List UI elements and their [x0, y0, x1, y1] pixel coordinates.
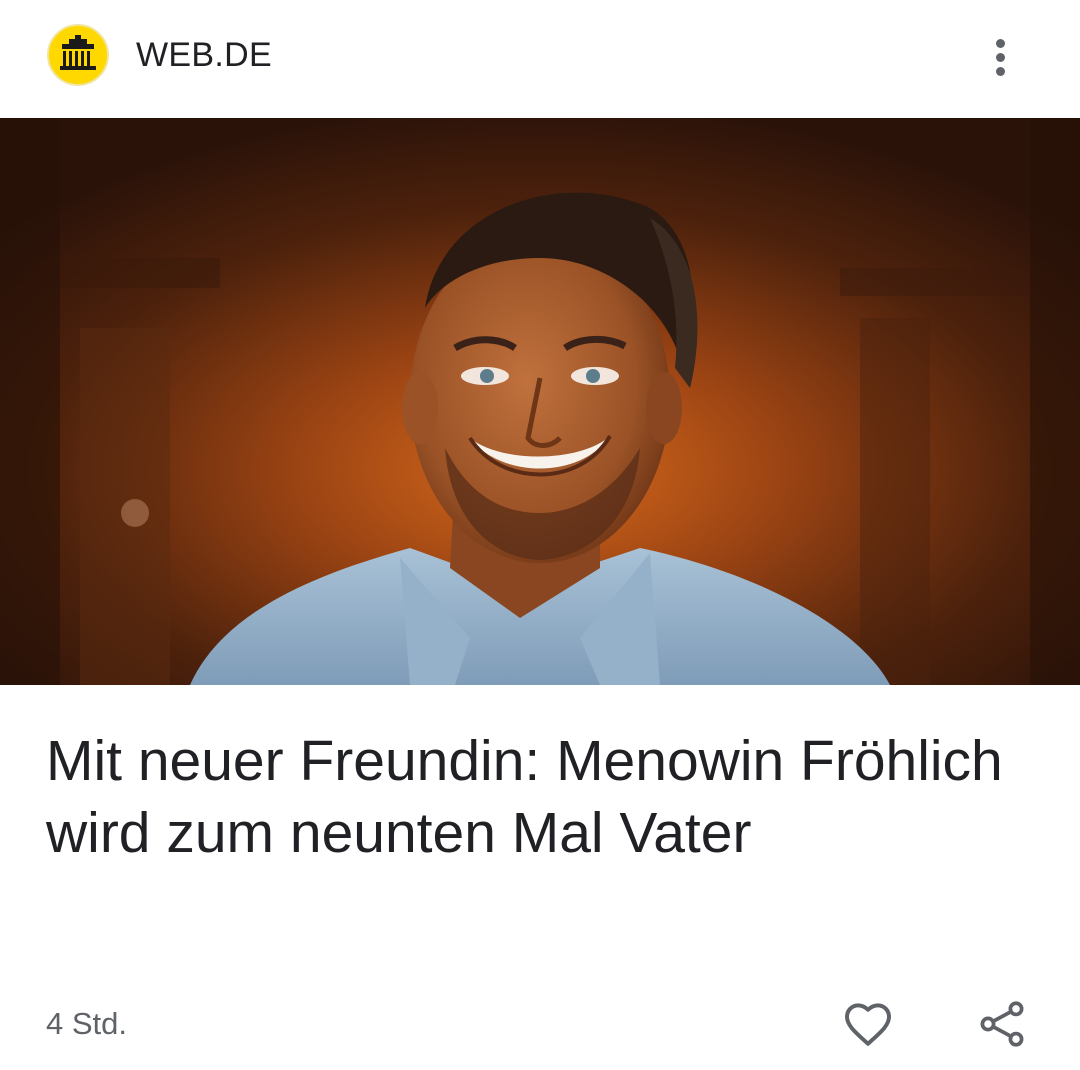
share-button[interactable] — [974, 996, 1030, 1052]
news-card: WEB.DE Mit neuer Freundin: Menowin Fröhl… — [0, 0, 1080, 1070]
source-name[interactable]: WEB.DE — [136, 34, 272, 76]
more-options-button[interactable] — [976, 30, 1026, 84]
card-header: WEB.DE — [0, 0, 1080, 118]
share-icon — [980, 1001, 1024, 1047]
more-vert-icon — [996, 39, 1005, 48]
more-vert-icon-dot — [996, 67, 1005, 76]
brandenburg-gate-icon — [60, 35, 96, 70]
article-timestamp: 4 Std. — [46, 1006, 127, 1041]
like-button[interactable] — [840, 996, 896, 1052]
more-vert-icon-dot — [996, 53, 1005, 62]
article-image[interactable] — [0, 118, 1080, 685]
heart-outline-icon — [845, 1003, 891, 1046]
article-headline[interactable]: Mit neuer Freundin: Menowin Fröhlich wir… — [46, 725, 1006, 869]
portrait-photo — [0, 118, 1080, 685]
source-logo[interactable] — [47, 24, 109, 86]
